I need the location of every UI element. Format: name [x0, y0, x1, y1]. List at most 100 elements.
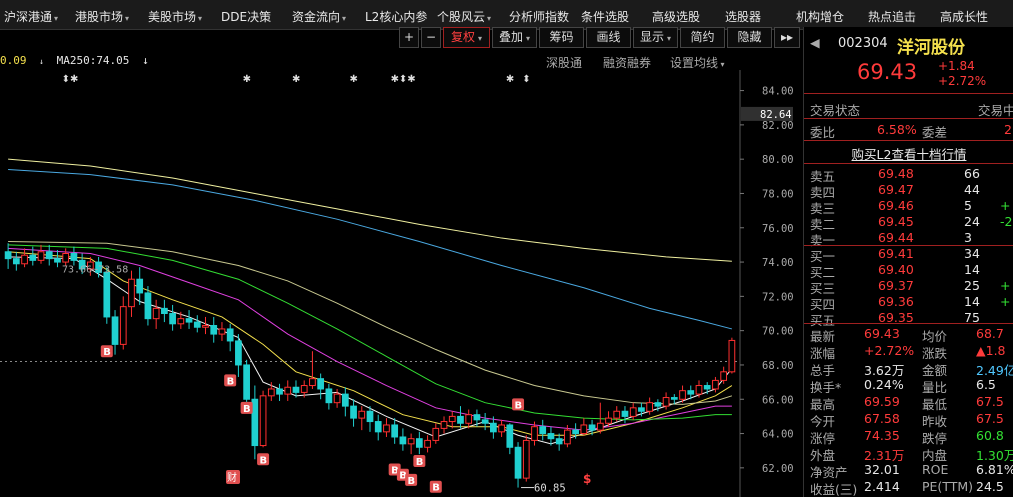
top-menu-item[interactable]: 条件选股 [581, 8, 629, 25]
top-menu-label: 沪深港通 [4, 10, 53, 24]
top-menu-label: 个股风云 [437, 10, 486, 24]
bids-row: 买二 69.40 14 [804, 262, 1013, 280]
candle-body [465, 414, 473, 424]
shengutong-link[interactable]: 深股通 [546, 54, 582, 71]
candle-body [580, 424, 588, 435]
top-menu-item[interactable]: 分析师指数 [509, 8, 569, 25]
trade-status-row: 交易状态 交易中 [804, 100, 1013, 118]
zoom-in-button[interactable]: + [399, 27, 419, 48]
buy-marker-label: B [243, 404, 251, 415]
top-menu-item[interactable]: 高成长性 [940, 8, 988, 25]
buy-marker-label: B [103, 347, 111, 358]
candle-body [695, 385, 703, 395]
bids-row: 买四 69.36 14 + [804, 294, 1013, 312]
kline-chart[interactable]: 84.00 82.00 80.00 78.00 76.00 74.00 72.00 70.00… [0, 70, 800, 497]
candle-body [424, 439, 431, 448]
top-menu-label: L2核心内参 [365, 10, 428, 24]
y-tick-label: 84.00 [762, 86, 794, 98]
candle-body [111, 316, 119, 345]
candle-body [128, 278, 135, 308]
candle-body [366, 410, 374, 423]
xianshi-button[interactable]: 显示 ▾ [633, 27, 678, 48]
top-menu-item[interactable]: L2核心内参 [365, 8, 427, 25]
candle-body [300, 385, 308, 393]
top-menu-label: DDE决策 [221, 10, 272, 24]
zoom-out-button[interactable]: − [421, 27, 441, 48]
bids-row: 买三 69.37 25 + [804, 278, 1013, 296]
top-menu-item[interactable]: 高级选股 [652, 8, 700, 25]
top-menu-item[interactable]: 港股市场 ▾ [75, 8, 129, 25]
candle-body [712, 379, 719, 390]
stat-v1: 2.414 [864, 479, 900, 494]
back-arrow-icon[interactable]: ◀ [810, 35, 820, 50]
top-menu-item[interactable]: 热点追击 [868, 8, 916, 25]
y-tick-label: 78.00 [762, 188, 794, 200]
candle-body [670, 397, 678, 400]
y-tick-label: 70.00 [762, 326, 794, 338]
candle-body [193, 321, 201, 328]
weibi-label: 委比 [810, 125, 836, 140]
candle-body [185, 318, 193, 323]
stat-v2: 6.81% [976, 462, 1013, 477]
stat-v2: ▲1.8 [976, 343, 1006, 358]
bids-price: 69.40 [878, 262, 914, 277]
candle-body [522, 439, 530, 479]
candle-body [605, 417, 612, 424]
y-tick-label: 66.00 [762, 394, 794, 406]
chouma-button[interactable]: 筹码 [539, 27, 584, 48]
stat-row: 最新 69.43 均价 68.7 [804, 326, 1013, 344]
event-star-marker: ✱ [292, 74, 300, 85]
stat-l2: ROE [922, 462, 949, 477]
asks-row: 卖五 69.48 66 [804, 166, 1013, 184]
yincang-button[interactable]: 隐藏 [727, 27, 772, 48]
top-menu-item[interactable]: DDE决策 [221, 8, 271, 25]
candle-body [399, 436, 407, 445]
top-menu-label: 机构增仓 [796, 10, 845, 24]
stat-v2: 6.5 [976, 377, 996, 392]
jianyue-button[interactable]: 简约 [680, 27, 725, 48]
ma-range-label: 73.66~73.58 [62, 265, 128, 276]
stat-v1: 69.43 [864, 326, 900, 341]
price-change: +1.84 [938, 59, 975, 73]
candle-body [29, 254, 37, 261]
bids-extra: + [1000, 278, 1011, 293]
kline-svg[interactable]: 84.00 82.00 80.00 78.00 76.00 74.00 72.00 70.00… [0, 70, 800, 497]
y-tick-label: 72.00 [762, 291, 794, 303]
event-star-marker: ⬍✱ [62, 74, 79, 85]
top-menu-item[interactable]: 选股器 [725, 8, 761, 25]
asks-vol: 66 [964, 166, 980, 181]
asks-vol: 24 [964, 214, 980, 229]
top-menu-item[interactable]: 沪深港通 ▾ [4, 8, 58, 25]
asks-row: 卖三 69.46 5 + [804, 198, 1013, 216]
buy-l2-link[interactable]: 购买L2查看十档行情 [804, 144, 1013, 162]
top-menu-item[interactable]: 资金流向 ▾ [292, 8, 346, 25]
stat-row: 涨停 74.35 跌停 60.8 [804, 428, 1013, 446]
candle-body [391, 424, 399, 438]
fuquan-button[interactable]: 复权 ▾ [443, 27, 490, 48]
candle-body [177, 318, 185, 325]
set-ma-link[interactable]: 设置均线 ▾ [670, 54, 725, 71]
buy-marker-label: B [408, 476, 416, 487]
top-menu-item[interactable]: 机构增仓 [796, 8, 844, 25]
top-menu-item[interactable]: 个股风云 ▾ [437, 8, 491, 25]
event-star-marker: ✱ [243, 74, 251, 85]
more-button[interactable]: ▸▸ [774, 27, 800, 48]
buy-l2-text[interactable]: 购买L2查看十档行情 [852, 147, 967, 162]
y-tick-label: 68.00 [762, 360, 794, 372]
stat-row: 收益(三) 2.414 PE(TTM) 24.5 [804, 479, 1013, 497]
chevron-down-icon: ▾ [667, 34, 672, 43]
stat-v2: 60.8 [976, 428, 1004, 443]
stat-v2: 24.5 [976, 479, 1004, 494]
candle-body [292, 386, 300, 393]
rongzi-link[interactable]: 融资融券 [603, 54, 651, 71]
ma-line-ma250 [8, 158, 732, 262]
arrow-down-icon: ↓ [39, 57, 44, 66]
diejia-button[interactable]: 叠加 ▾ [492, 27, 537, 48]
candle-body [309, 378, 316, 387]
candle-body [555, 438, 563, 445]
asks-price: 69.45 [878, 214, 914, 229]
top-menu-item[interactable]: 美股市场 ▾ [148, 8, 202, 25]
candle-body [613, 410, 621, 419]
top-menu-label: 资金流向 [292, 10, 341, 24]
huaxian-button[interactable]: 画线 [586, 27, 631, 48]
